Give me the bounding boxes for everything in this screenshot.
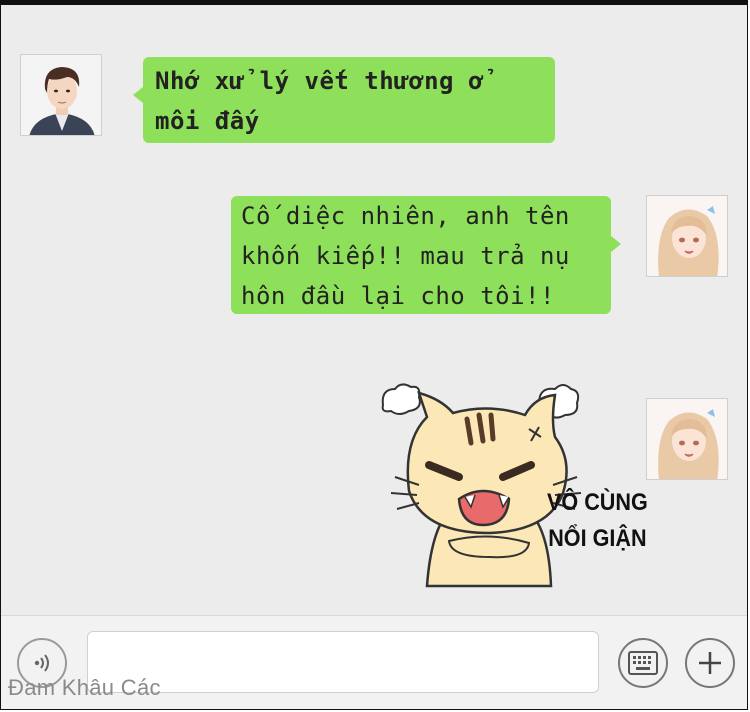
- my-avatar[interactable]: [646, 398, 728, 480]
- message-line: Cố diệc nhiên, anh tên: [241, 202, 570, 230]
- more-button[interactable]: [685, 638, 735, 688]
- message-line: khốn kiếp!! mau trả nụ: [241, 242, 570, 270]
- my-avatar[interactable]: [646, 195, 728, 277]
- incoming-message-bubble[interactable]: Nhớ xử lý vết thương ở môi đấy: [133, 57, 555, 143]
- sticker-caption: VÔ CÙNG NỔI GIẬN: [547, 485, 648, 557]
- watermark: Đam Khâu Các: [8, 675, 161, 700]
- top-border: [1, 1, 747, 5]
- outgoing-message-bubble[interactable]: Cố diệc nhiên, anh tên khốn kiếp!! mau t…: [231, 196, 621, 314]
- message-line: Nhớ xử lý vết thương ở: [155, 67, 484, 95]
- contact-avatar[interactable]: [20, 54, 102, 136]
- keyboard-icon: [628, 651, 658, 675]
- sticker-caption-line: VÔ CÙNG: [547, 489, 648, 516]
- message-input[interactable]: [87, 631, 599, 693]
- plus-icon: [699, 652, 721, 674]
- message-line: hôn đầu lại cho tôi!!: [241, 282, 555, 310]
- keyboard-button[interactable]: [618, 638, 668, 688]
- bubble-tail: [133, 87, 143, 103]
- bubble-tail: [611, 236, 621, 252]
- voice-icon: [34, 654, 49, 672]
- sticker-caption-line: NỔI GIẬN: [548, 525, 647, 552]
- message-line: môi đấy: [155, 107, 260, 135]
- chat-screen: Nhớ xử lý vết thương ở môi đấy Cố diệc n…: [0, 0, 748, 710]
